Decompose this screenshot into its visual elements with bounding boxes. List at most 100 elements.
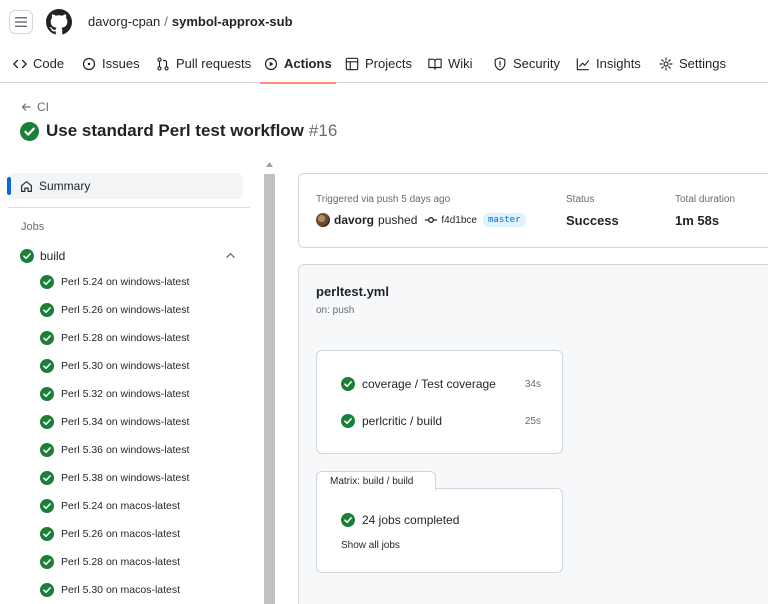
owner-link[interactable]: davorg-cpan: [88, 14, 160, 29]
check-circle-icon: [40, 583, 54, 597]
sidebar-job-item[interactable]: Perl 5.24 on windows-latest: [40, 273, 189, 291]
check-circle-icon: [40, 443, 54, 457]
check-circle-icon: [40, 303, 54, 317]
check-circle-icon: [40, 415, 54, 429]
run-title: Use standard Perl test workflow: [46, 121, 304, 140]
check-circle-icon: [40, 275, 54, 289]
sidebar-job-item[interactable]: Perl 5.32 on windows-latest: [40, 385, 189, 403]
check-circle-icon: [341, 377, 355, 391]
workflow-graph-card: perltest.yml on: push coverage / Test co…: [298, 264, 768, 604]
build-label: build: [40, 249, 66, 263]
gear-icon: [659, 56, 673, 71]
tab-insights[interactable]: Insights: [576, 44, 641, 83]
show-all-jobs-link[interactable]: Show all jobs: [341, 540, 400, 551]
sidebar-job-label: Perl 5.28 on windows-latest: [61, 332, 190, 344]
pull-request-icon: [157, 56, 169, 71]
tab-settings[interactable]: Settings: [659, 44, 726, 83]
action-text: pushed: [378, 213, 418, 227]
sidebar-job-item[interactable]: Perl 5.26 on macos-latest: [40, 525, 180, 543]
tab-pull-requests[interactable]: Pull requests: [156, 44, 251, 83]
tab-projects[interactable]: Projects: [345, 44, 412, 83]
job-node-perlcritic[interactable]: perlcritic / build 25s: [341, 412, 541, 430]
sidebar-job-label: Perl 5.32 on windows-latest: [61, 388, 190, 400]
tab-label: Projects: [365, 56, 412, 71]
job-node-duration: 34s: [524, 378, 541, 390]
summary-label: Summary: [39, 179, 91, 193]
tab-label: Wiki: [448, 56, 473, 71]
hamburger-icon: [15, 17, 27, 27]
breadcrumb: davorg-cpan / symbol-approx-sub: [88, 14, 293, 29]
status-value: Success: [566, 213, 619, 228]
arrow-left-icon: [21, 103, 31, 111]
check-circle-icon: [40, 387, 54, 401]
sidebar-job-label: Perl 5.30 on macos-latest: [61, 584, 181, 596]
issue-icon: [82, 57, 96, 70]
sidebar-job-label: Perl 5.24 on macos-latest: [61, 500, 181, 512]
check-circle-icon: [40, 331, 54, 345]
sidebar-job-item[interactable]: Perl 5.34 on windows-latest: [40, 413, 189, 431]
branch-badge[interactable]: master: [482, 213, 526, 227]
workflow-file-name[interactable]: perltest.yml: [316, 284, 389, 299]
jobs-box: coverage / Test coverage 34s perlcritic …: [316, 350, 563, 454]
github-logo-icon[interactable]: [46, 9, 72, 35]
tab-actions[interactable]: Actions: [260, 44, 336, 84]
tab-label: Security: [513, 56, 560, 71]
chevron-up-icon[interactable]: [225, 250, 236, 261]
sidebar-job-label: Perl 5.24 on windows-latest: [61, 276, 190, 288]
sidebar-item-summary[interactable]: Summary: [7, 173, 243, 199]
repo-link[interactable]: symbol-approx-sub: [172, 14, 293, 29]
tab-wiki[interactable]: Wiki: [428, 44, 473, 83]
sidebar-job-item[interactable]: Perl 5.26 on windows-latest: [40, 301, 189, 319]
sidebar-job-item[interactable]: Perl 5.36 on windows-latest: [40, 441, 189, 459]
back-link[interactable]: CI: [21, 100, 49, 114]
breadcrumb-separator: /: [164, 14, 168, 29]
sidebar-scrollbar[interactable]: [263, 160, 276, 604]
shield-icon: [494, 56, 506, 71]
sidebar-job-label: Perl 5.34 on windows-latest: [61, 416, 190, 428]
matrix-completed-label: 24 jobs completed: [362, 513, 460, 527]
top-bar: davorg-cpan / symbol-approx-sub: [0, 0, 768, 44]
sidebar-divider: [8, 207, 250, 208]
page-title: Use standard Perl test workflow #16: [20, 121, 337, 141]
scroll-up-arrow-icon[interactable]: [266, 162, 273, 167]
check-circle-icon: [40, 527, 54, 541]
sidebar-job-label: Perl 5.26 on windows-latest: [61, 304, 190, 316]
check-circle-icon: [20, 121, 39, 141]
tab-code[interactable]: Code: [13, 44, 64, 83]
sidebar-job-item[interactable]: Perl 5.24 on macos-latest: [40, 497, 180, 515]
scrollbar-thumb[interactable]: [264, 174, 275, 604]
job-node-duration: 25s: [524, 415, 541, 427]
sidebar-item-build[interactable]: build: [20, 247, 242, 265]
duration-label: Total duration: [675, 194, 736, 205]
graph-icon: [576, 57, 590, 70]
sidebar-job-item[interactable]: Perl 5.30 on macos-latest: [40, 581, 180, 599]
sidebar-job-label: Perl 5.36 on windows-latest: [61, 444, 190, 456]
job-node-coverage[interactable]: coverage / Test coverage 34s: [341, 375, 541, 393]
book-icon: [428, 58, 442, 70]
play-icon: [264, 57, 278, 70]
home-icon: [21, 180, 32, 192]
sidebar-job-label: Perl 5.26 on macos-latest: [61, 528, 181, 540]
user-link[interactable]: davorg: [334, 213, 374, 227]
commit-sha-link[interactable]: f4d1bce: [441, 215, 477, 226]
sidebar-job-item[interactable]: Perl 5.28 on macos-latest: [40, 553, 180, 571]
trigger-row: davorg pushed f4d1bce master: [316, 213, 526, 227]
check-circle-icon: [40, 471, 54, 485]
check-circle-icon: [341, 513, 355, 527]
duration-value: 1m 58s: [675, 213, 720, 228]
status-label: Status: [566, 194, 595, 205]
avatar[interactable]: [316, 213, 330, 227]
tab-security[interactable]: Security: [493, 44, 560, 83]
sidebar-job-item[interactable]: Perl 5.30 on windows-latest: [40, 357, 189, 375]
sidebar-job-item[interactable]: Perl 5.28 on windows-latest: [40, 329, 189, 347]
matrix-summary[interactable]: 24 jobs completed: [341, 513, 459, 527]
tab-issues[interactable]: Issues: [82, 44, 140, 83]
tab-label: Insights: [596, 56, 641, 71]
job-node-label: perlcritic / build: [362, 414, 443, 428]
sidebar-job-item[interactable]: Perl 5.38 on windows-latest: [40, 469, 189, 487]
sidebar-job-label: Perl 5.38 on windows-latest: [61, 472, 190, 484]
menu-button[interactable]: [9, 10, 33, 34]
repo-nav: Code Issues Pull requests Actions Projec…: [0, 44, 768, 84]
commit-icon: [425, 217, 438, 223]
tab-label: Pull requests: [176, 56, 252, 71]
